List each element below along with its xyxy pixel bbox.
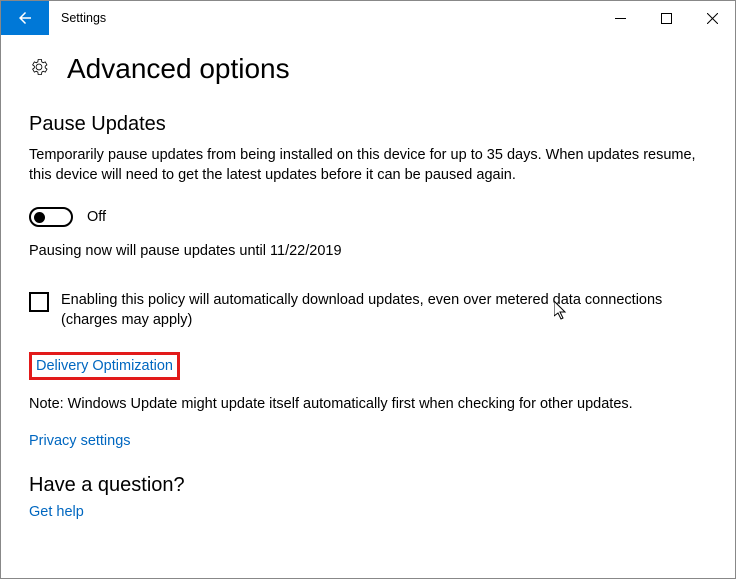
titlebar: Settings <box>1 1 735 35</box>
content-area: Advanced options Pause Updates Temporari… <box>1 35 735 521</box>
metered-policy-checkbox[interactable] <box>29 292 49 312</box>
pause-toggle[interactable] <box>29 207 73 227</box>
pause-toggle-label: Off <box>87 209 106 225</box>
minimize-button[interactable] <box>597 1 643 35</box>
page-title: Advanced options <box>67 53 290 85</box>
highlight-annotation: Delivery Optimization <box>29 352 180 380</box>
pause-date-note: Pausing now will pause updates until 11/… <box>29 243 707 259</box>
pause-toggle-row: Off <box>29 207 707 227</box>
metered-policy-row: Enabling this policy will automatically … <box>29 291 707 330</box>
pause-updates-description: Temporarily pause updates from being ins… <box>29 146 707 185</box>
delivery-optimization-link[interactable]: Delivery Optimization <box>36 358 173 374</box>
question-title: Have a question? <box>29 474 707 497</box>
page-header: Advanced options <box>29 53 707 85</box>
pause-updates-title: Pause Updates <box>29 113 707 136</box>
maximize-button[interactable] <box>643 1 689 35</box>
update-note: Note: Windows Update might update itself… <box>29 396 707 412</box>
get-help-link[interactable]: Get help <box>29 504 84 520</box>
window-controls <box>597 1 735 35</box>
arrow-left-icon <box>16 9 34 27</box>
metered-policy-label: Enabling this policy will automatically … <box>61 291 707 330</box>
gear-icon <box>29 57 49 82</box>
close-icon <box>707 13 718 24</box>
close-button[interactable] <box>689 1 735 35</box>
window-title: Settings <box>49 1 597 35</box>
toggle-knob <box>34 212 45 223</box>
minimize-icon <box>615 13 626 24</box>
privacy-settings-link[interactable]: Privacy settings <box>29 433 131 449</box>
maximize-icon <box>661 13 672 24</box>
back-button[interactable] <box>1 1 49 35</box>
